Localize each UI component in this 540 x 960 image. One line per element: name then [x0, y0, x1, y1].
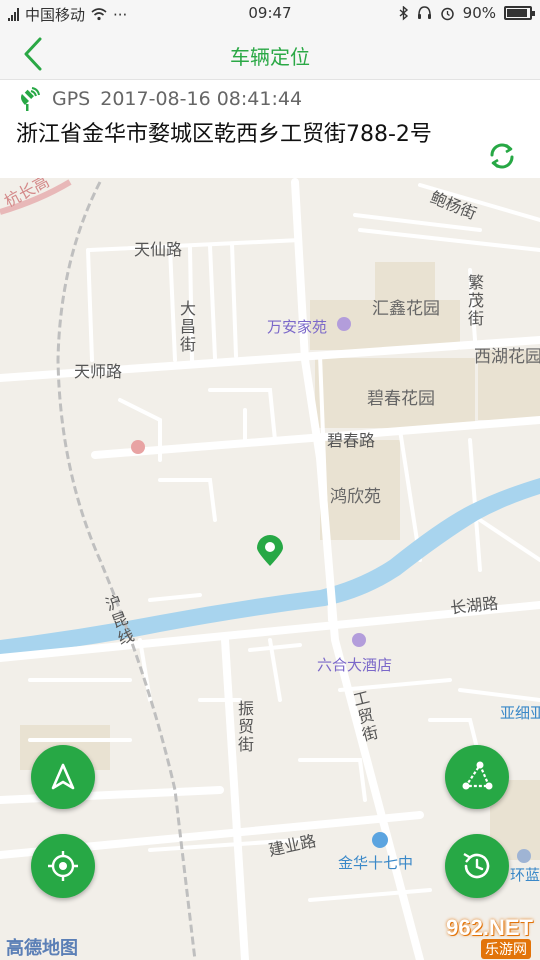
label-xihu-garden: 西湖花园	[474, 347, 540, 367]
gps-timestamp: 2017-08-16 08:41:44	[100, 88, 303, 110]
navigate-button[interactable]	[31, 745, 95, 809]
address-text: 浙江省金华市婺城区乾西乡工贸街788-2号	[16, 122, 432, 147]
label-huixin-garden: 汇鑫花园	[372, 299, 440, 319]
locate-button[interactable]	[31, 834, 95, 898]
refresh-button[interactable]	[486, 140, 518, 172]
battery-percent: 90%	[462, 4, 496, 22]
route-triangle-icon	[462, 761, 493, 790]
back-button[interactable]	[14, 36, 54, 72]
label-bichun-garden: 碧春花园	[367, 389, 435, 409]
poi-school-marker	[372, 832, 388, 848]
history-clock-icon	[463, 852, 490, 879]
amap-logo: 高德地图	[6, 938, 78, 959]
label-hongxin-yuan: 鸿欣苑	[330, 487, 381, 507]
title-bar: 车辆定位	[0, 28, 540, 80]
poi-hotel-marker	[352, 633, 366, 647]
satellite-icon	[21, 87, 40, 111]
gps-source: GPS	[52, 88, 91, 110]
watermark-site: 962.NET	[446, 915, 533, 940]
page-title: 车辆定位	[230, 45, 310, 69]
poi-home-marker	[337, 317, 351, 331]
poi-hospital-marker	[131, 440, 145, 454]
history-button[interactable]	[445, 834, 509, 898]
bluetooth-icon	[399, 5, 408, 21]
watermark-sub: 乐游网	[481, 939, 531, 959]
status-right: 90%	[399, 4, 535, 22]
location-info-card: GPS 2017-08-16 08:41:44 浙江省金华市婺城区乾西乡工贸街7…	[0, 80, 540, 178]
label-tianshi-road: 天师路	[74, 362, 123, 381]
headset-icon	[417, 6, 431, 19]
label-liuhe-hotel: 六合大酒店	[317, 656, 393, 674]
label-wanan-jiayuan: 万安家苑	[267, 318, 328, 336]
refresh-icon	[490, 143, 514, 169]
poi-marker	[517, 849, 531, 863]
chevron-left-icon	[24, 37, 42, 71]
route-button[interactable]	[445, 745, 509, 809]
label-dachang-street: 大昌街	[177, 300, 196, 354]
label-yaxi: 亚细亚	[500, 704, 540, 722]
battery-icon	[504, 6, 535, 20]
label-fanmao-street: 繁茂街	[465, 274, 484, 328]
site-watermark: 962.NET 乐游网	[405, 915, 537, 959]
status-bar: 中国移动 ··· 09:47 90%	[0, 0, 540, 28]
label-school: 金华十七中	[338, 854, 414, 872]
label-zhenmao-street: 振贸街	[235, 700, 254, 754]
alarm-icon	[440, 7, 454, 20]
crosshair-icon	[48, 851, 78, 881]
label-tianxian-road: 天仙路	[134, 240, 183, 259]
gps-row: GPS 2017-08-16 08:41:44	[18, 86, 302, 112]
battery-fill	[507, 9, 527, 17]
location-pin-icon	[257, 535, 283, 566]
navigation-arrow-icon	[51, 763, 75, 790]
label-huanlan: 环蓝	[510, 866, 540, 884]
label-changhu-road: 长湖路	[449, 593, 500, 618]
label-bichun-road: 碧春路	[327, 431, 376, 450]
